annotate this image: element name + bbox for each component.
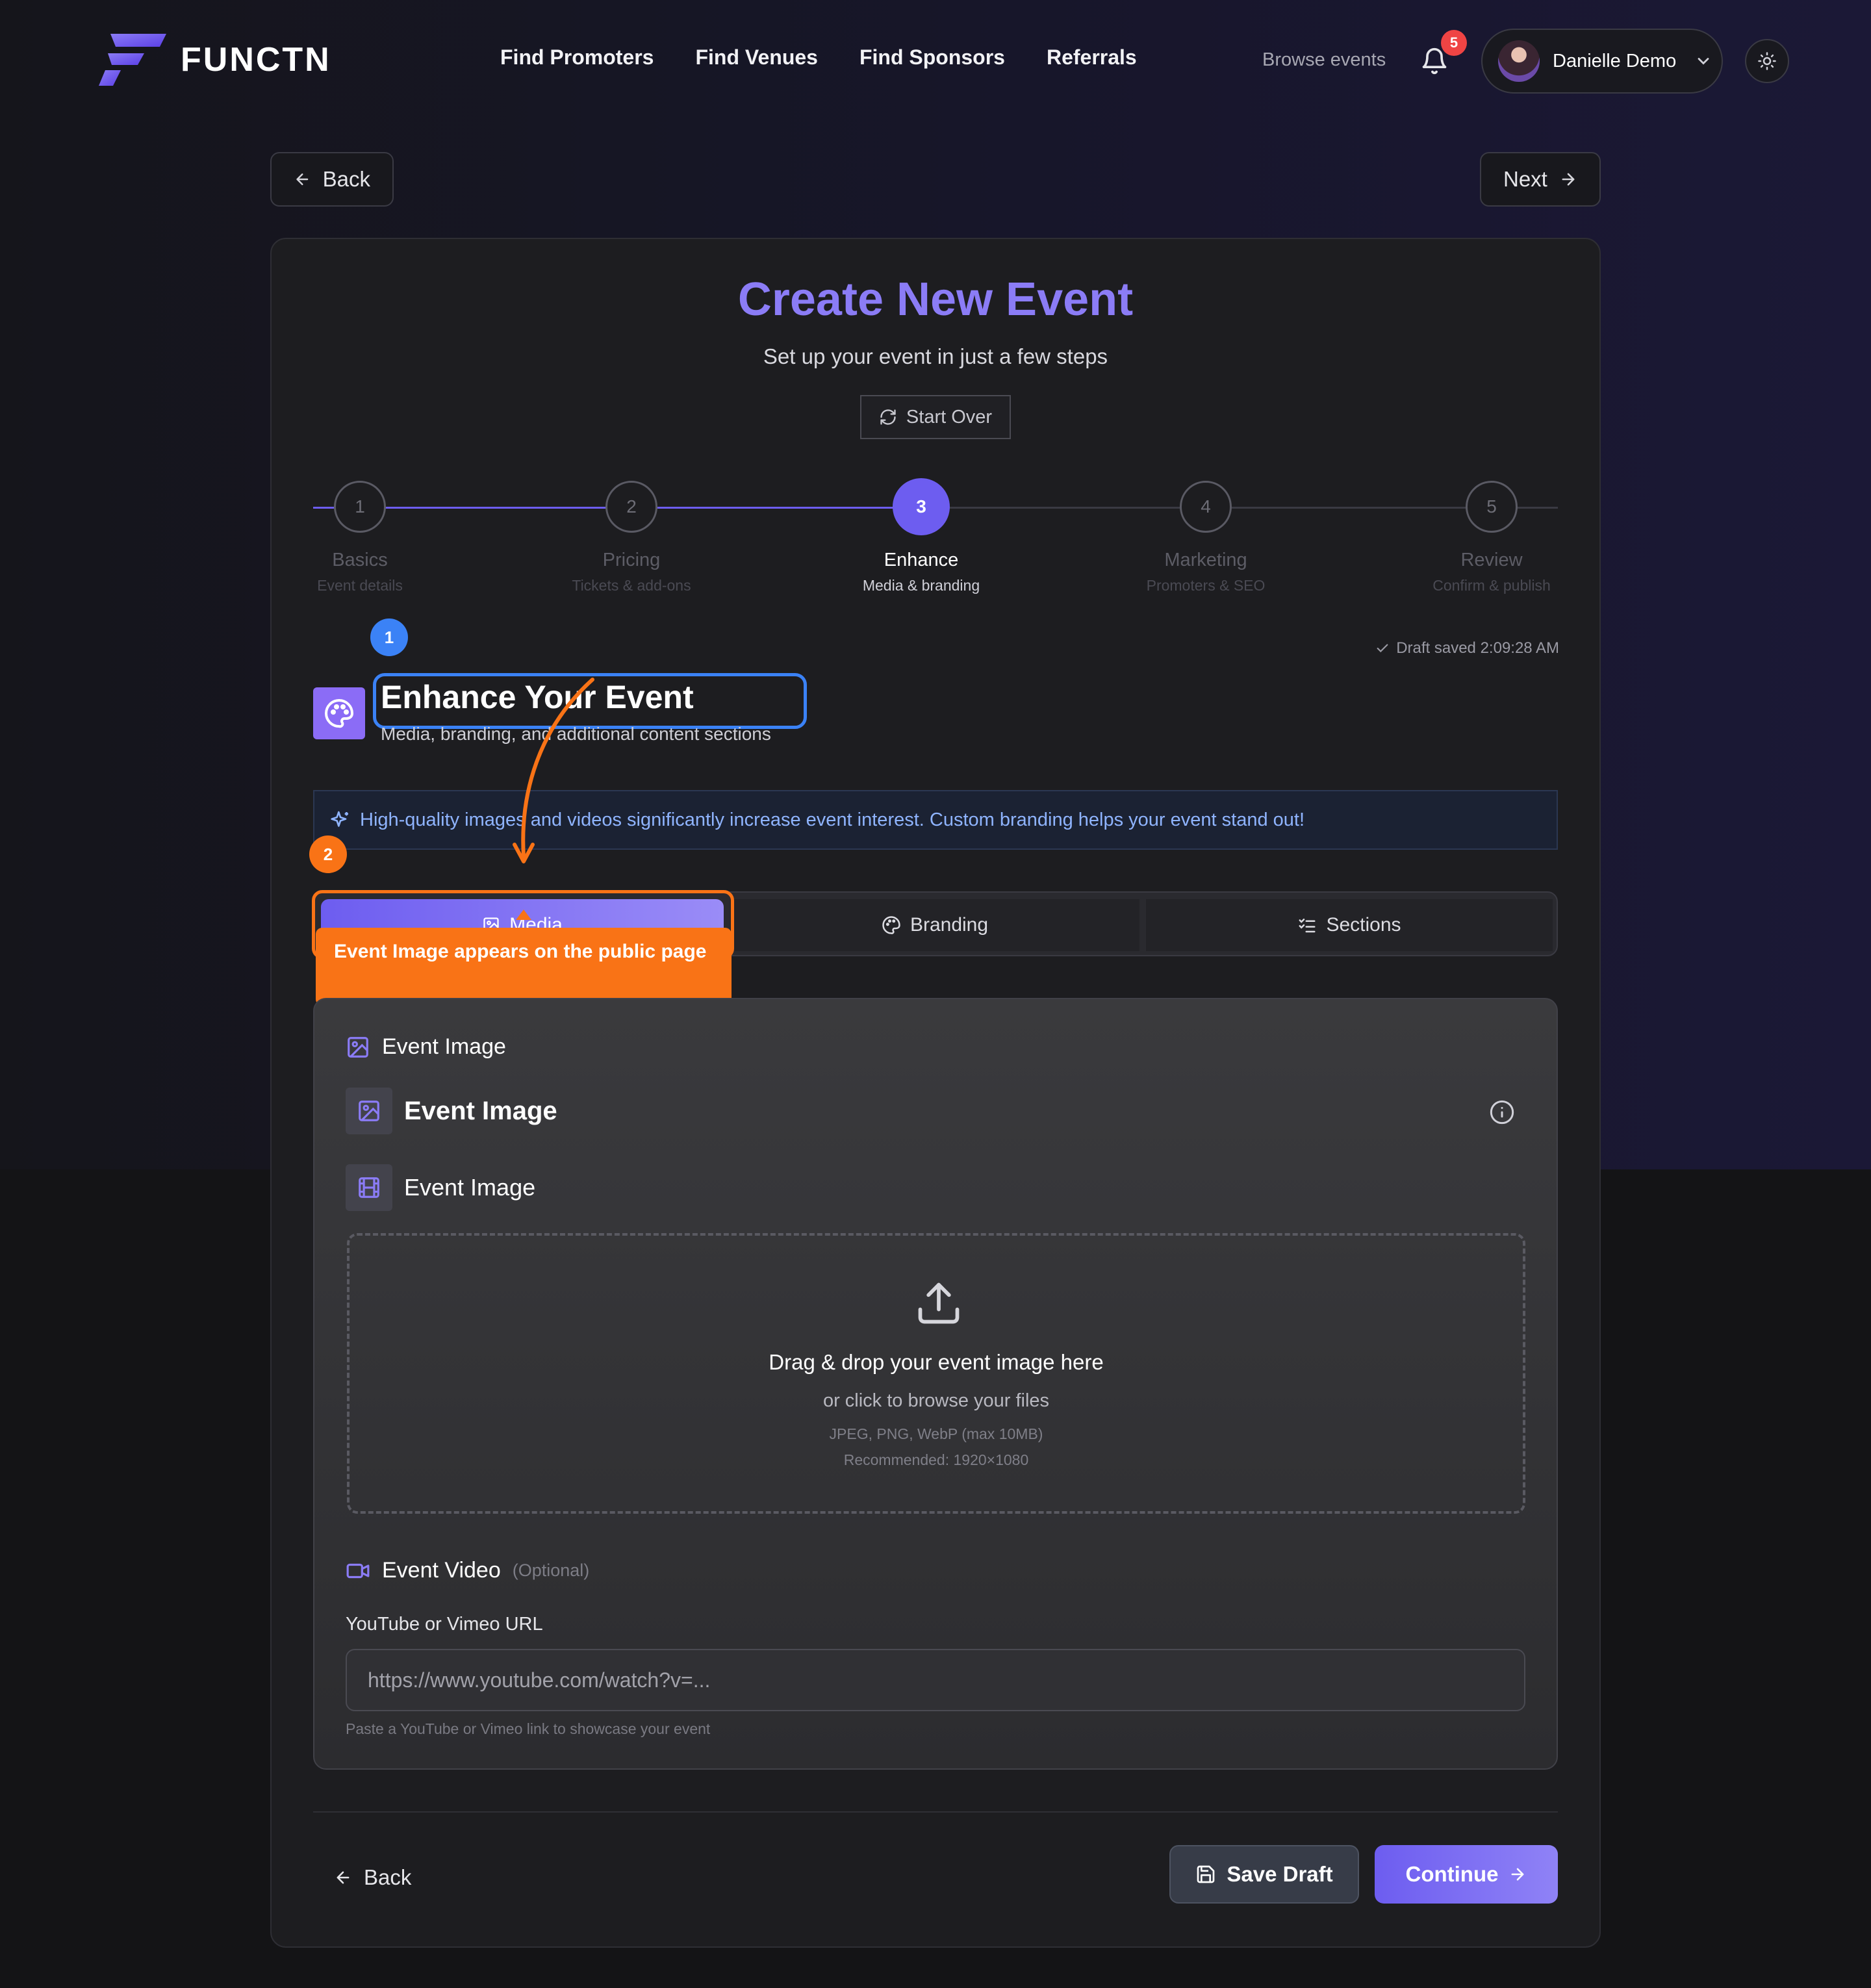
nav-referrals[interactable]: Referrals <box>1047 45 1137 70</box>
refresh-icon <box>880 409 896 425</box>
draft-saved-text: Draft saved 2:09:28 AM <box>1396 639 1559 657</box>
footer-divider <box>313 1811 1558 1813</box>
page-subtitle: Set up your event in just a few steps <box>763 344 1108 368</box>
step-4-circle[interactable]: 4 <box>1180 481 1232 533</box>
event-image-title: Event Image <box>404 1096 557 1125</box>
step-4-label: Marketing <box>1164 550 1247 570</box>
image-icon <box>348 1036 368 1058</box>
save-draft-label: Save Draft <box>1227 1862 1333 1886</box>
step-4-sub: Promoters & SEO <box>1146 577 1266 594</box>
arrow-left-icon <box>296 173 309 185</box>
film-icon <box>359 1177 379 1198</box>
step-1-sub: Event details <box>317 577 403 594</box>
bottom-back-label: Back <box>364 1865 412 1889</box>
event-image-subtitle: Event Image <box>404 1174 536 1201</box>
event-image-heading-row: Event Image <box>346 1034 506 1060</box>
user-menu-button[interactable]: Danielle Demo <box>1481 29 1723 94</box>
start-over-button[interactable]: Start Over <box>860 395 1011 439</box>
step-2-circle[interactable]: 2 <box>605 481 657 533</box>
theme-toggle-button[interactable] <box>1745 39 1789 83</box>
video-url-label: YouTube or Vimeo URL <box>346 1614 543 1635</box>
check-icon <box>1377 644 1388 653</box>
tour-marker-2[interactable]: 2 <box>309 835 347 873</box>
video-url-help: Paste a YouTube or Vimeo link to showcas… <box>346 1720 711 1737</box>
continue-button[interactable]: Continue <box>1375 1845 1558 1904</box>
event-image-title-row: Event Image <box>346 1088 557 1134</box>
sparkles-icon <box>331 811 348 827</box>
step-5-sub: Confirm & publish <box>1432 577 1551 594</box>
palette-icon <box>882 916 900 934</box>
step-5-circle[interactable]: 5 <box>1466 481 1518 533</box>
tour-tooltip: Event Image appears on the public page <box>316 928 732 1006</box>
palette-icon-box <box>313 687 365 739</box>
tab-branding[interactable]: Branding <box>730 899 1139 951</box>
save-icon <box>1197 1865 1215 1883</box>
step-2-sub: Tickets & add-ons <box>572 577 691 594</box>
nav-find-sponsors[interactable]: Find Sponsors <box>859 45 1005 70</box>
top-back-button[interactable]: Back <box>270 152 394 207</box>
top-back-label: Back <box>322 167 370 191</box>
image-dropzone[interactable]: Drag & drop your event image here or cli… <box>347 1233 1525 1514</box>
video-icon <box>346 1563 370 1578</box>
image-icon-box <box>346 1088 392 1134</box>
chevron-down-icon <box>1698 58 1709 65</box>
event-image-sub-row: Event Image <box>346 1164 535 1211</box>
upload-icon <box>918 1282 960 1324</box>
arrow-left-icon <box>337 1871 350 1884</box>
tab-branding-label: Branding <box>910 914 989 936</box>
start-over-label: Start Over <box>906 406 993 427</box>
step-3-circle[interactable]: 3 <box>893 478 950 535</box>
tip-text: High-quality images and videos significa… <box>360 809 1305 830</box>
draft-saved-status: Draft saved 2:09:28 AM <box>1375 639 1559 657</box>
optional-tag: (Optional) <box>512 1561 590 1580</box>
event-video-heading-row: Event Video (Optional) <box>346 1558 589 1583</box>
dropzone-formats: JPEG, PNG, WebP (max 10MB) <box>829 1425 1043 1442</box>
info-icon[interactable] <box>1489 1099 1515 1125</box>
image-icon <box>359 1101 379 1121</box>
dropzone-title: Drag & drop your event image here <box>769 1350 1104 1374</box>
section-title: Enhance Your Event <box>381 679 694 715</box>
dropzone-subtitle: or click to browse your files <box>822 1390 1050 1411</box>
app-logo[interactable]: FUNCTN <box>99 34 331 86</box>
step-1-circle[interactable]: 1 <box>334 481 386 533</box>
tip-banner: High-quality images and videos significa… <box>313 790 1558 850</box>
step-1-label: Basics <box>332 550 388 570</box>
list-checks-icon <box>1299 919 1316 933</box>
tour-marker-1[interactable]: 1 <box>370 618 408 656</box>
section-subtitle: Media, branding, and additional content … <box>381 724 771 744</box>
functn-logo-icon <box>99 34 166 86</box>
step-5-label: Review <box>1460 550 1523 570</box>
stepper-remaining-line <box>921 507 1558 509</box>
nav-find-venues[interactable]: Find Venues <box>695 45 817 70</box>
main-nav: Find Promoters Find Venues Find Sponsors… <box>500 45 1137 70</box>
page-title: Create New Event <box>737 274 1134 325</box>
notification-count-badge: 5 <box>1441 30 1467 56</box>
step-3-sub: Media & branding <box>862 577 980 594</box>
arrow-right-icon <box>1562 173 1575 186</box>
continue-label: Continue <box>1405 1862 1499 1886</box>
event-image-heading: Event Image <box>382 1034 506 1059</box>
bottom-back-button[interactable]: Back <box>334 1858 411 1897</box>
tab-sections[interactable]: Sections <box>1146 899 1553 951</box>
event-video-heading: Event Video <box>382 1558 501 1583</box>
film-icon-box <box>346 1164 392 1211</box>
sun-icon <box>1758 52 1776 70</box>
tab-sections-label: Sections <box>1326 914 1401 936</box>
dropzone-recommended: Recommended: 1920×1080 <box>843 1451 1029 1468</box>
top-next-label: Next <box>1503 167 1547 191</box>
step-2-label: Pricing <box>602 550 661 570</box>
browse-events-link[interactable]: Browse events <box>1262 49 1386 71</box>
save-draft-button[interactable]: Save Draft <box>1169 1845 1359 1904</box>
logo-text: FUNCTN <box>181 41 331 79</box>
nav-find-promoters[interactable]: Find Promoters <box>500 45 654 70</box>
video-url-input[interactable] <box>346 1649 1525 1711</box>
avatar <box>1498 40 1540 82</box>
user-name: Danielle Demo <box>1553 50 1677 71</box>
step-3-label: Enhance <box>884 550 959 570</box>
palette-icon <box>325 699 354 728</box>
arrow-right-icon <box>1512 1868 1524 1881</box>
top-next-button[interactable]: Next <box>1480 152 1601 207</box>
